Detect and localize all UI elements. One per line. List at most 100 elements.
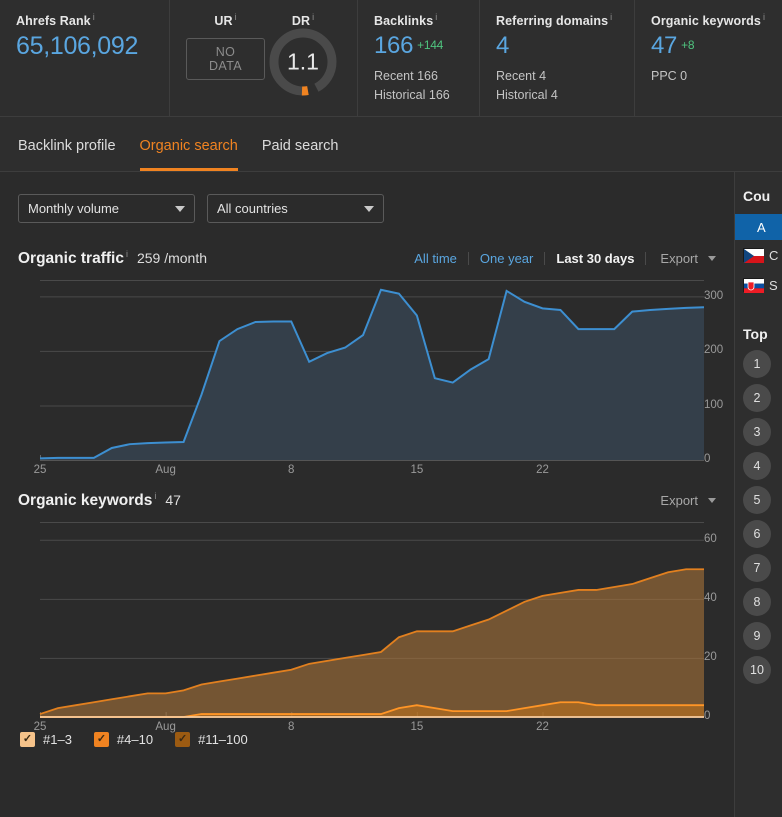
rank-item[interactable]: 9	[743, 622, 771, 650]
x-axis-label: 15	[410, 721, 423, 733]
legend-label-1-3: #1–3	[43, 732, 72, 747]
info-icon[interactable]: i	[235, 12, 237, 22]
rank-item[interactable]: 6	[743, 520, 771, 548]
range-all-time[interactable]: All time	[403, 252, 469, 265]
chevron-down-icon	[708, 498, 716, 503]
rank-item[interactable]: 3	[743, 418, 771, 446]
country-row-cz[interactable]: C	[735, 240, 782, 270]
metric-referring-domains: Referring domainsi 4 Recent 4 Historical…	[480, 0, 635, 116]
referring-domains-sub: Recent 4 Historical 4	[496, 67, 618, 105]
country-row-selected[interactable]: A	[735, 214, 782, 240]
organic-keywords-sub: PPC 0	[651, 67, 766, 86]
checkbox-1-3[interactable]: ✓	[20, 732, 35, 747]
country-label-cz: C	[769, 248, 778, 263]
flag-sk-icon	[743, 278, 763, 292]
organic-traffic-value: 259 /month	[137, 250, 207, 266]
main-content: Monthly volume All countries Organic tra…	[0, 172, 734, 817]
countries-panel-title: Cou	[735, 172, 782, 204]
backlinks-historical: Historical 166	[374, 86, 463, 105]
info-icon[interactable]: i	[154, 491, 156, 501]
rank-list: 1 2 3 4 5 6 7 8 9 10	[735, 342, 782, 684]
rank-item[interactable]: 4	[743, 452, 771, 480]
organic-keywords-count: 47	[165, 492, 181, 508]
rank-item[interactable]: 7	[743, 554, 771, 582]
rank-item[interactable]: 10	[743, 656, 771, 684]
rank-item[interactable]: 5	[743, 486, 771, 514]
checkbox-4-10[interactable]: ✓	[94, 732, 109, 747]
ahrefs-rank-value: 65,106,092	[16, 34, 153, 59]
metric-backlinks: Backlinksi 166+144 Recent 166 Historical…	[358, 0, 480, 116]
organic-keywords-chart: 020406025Aug81522	[18, 522, 720, 718]
ur-no-data-badge: NO DATA	[186, 38, 265, 80]
referring-domains-recent: Recent 4	[496, 67, 618, 86]
country-select-value: All countries	[217, 201, 288, 216]
backlinks-value: 166+144	[374, 34, 463, 58]
y-axis-label: 0	[704, 710, 710, 722]
rank-item[interactable]: 2	[743, 384, 771, 412]
volume-select[interactable]: Monthly volume	[18, 194, 195, 223]
country-label-sk: S	[769, 278, 778, 293]
metric-dr: DRi 1.1	[265, 12, 341, 100]
tab-paid-search[interactable]: Paid search	[262, 138, 339, 171]
dr-value: 1.1	[265, 49, 341, 76]
y-axis-label: 60	[704, 533, 717, 545]
tab-organic-search[interactable]: Organic search	[140, 138, 238, 171]
organic-keywords-header: Organic keywordsi 47 Export	[14, 461, 720, 510]
keywords-export-button[interactable]: Export	[660, 493, 716, 508]
metric-ur-dr: URi NO DATA DRi 1.1	[170, 0, 358, 116]
volume-select-value: Monthly volume	[28, 201, 119, 216]
organic-traffic-controls: All time One year Last 30 days Export	[403, 251, 716, 266]
main-tabs: Backlink profile Organic search Paid sea…	[0, 117, 782, 172]
ahrefs-site-explorer: Ahrefs Ranki 65,106,092 URi NO DATA DRi …	[0, 0, 782, 817]
chevron-down-icon	[364, 206, 374, 212]
referring-domains-value: 4	[496, 34, 618, 58]
x-axis-label: 8	[288, 721, 294, 733]
chevron-down-icon	[708, 256, 716, 261]
backlinks-delta: +144	[417, 38, 443, 52]
info-icon[interactable]: i	[126, 249, 128, 259]
rank-item[interactable]: 1	[743, 350, 771, 378]
country-select[interactable]: All countries	[207, 194, 384, 223]
info-icon[interactable]: i	[763, 12, 765, 22]
rank-item[interactable]: 8	[743, 588, 771, 616]
organic-traffic-header: Organic traffici 259 /month All time One…	[14, 223, 720, 268]
legend-label-11-100: #11–100	[198, 732, 248, 747]
range-last-30-days[interactable]: Last 30 days	[545, 252, 646, 265]
organic-keywords-value: 47+8	[651, 34, 766, 58]
tab-backlink-profile[interactable]: Backlink profile	[18, 138, 116, 171]
y-axis-label: 20	[704, 651, 717, 663]
backlinks-sub: Recent 166 Historical 166	[374, 67, 463, 105]
info-icon[interactable]: i	[312, 12, 314, 22]
right-sidebar: Cou A C	[734, 172, 782, 817]
backlinks-label: Backlinksi	[374, 12, 463, 28]
y-axis-label: 200	[704, 344, 723, 356]
metrics-header: Ahrefs Ranki 65,106,092 URi NO DATA DRi …	[0, 0, 782, 117]
info-icon[interactable]: i	[435, 12, 437, 22]
flag-cz-icon	[743, 248, 763, 262]
referring-domains-historical: Historical 4	[496, 86, 618, 105]
y-axis-label: 40	[704, 592, 717, 604]
ppc-value: PPC 0	[651, 67, 766, 86]
backlinks-recent: Recent 166	[374, 67, 463, 86]
country-row-sk[interactable]: S	[735, 270, 782, 300]
info-icon[interactable]: i	[610, 12, 612, 22]
referring-domains-label: Referring domainsi	[496, 12, 618, 28]
organic-traffic-chart: 010020030025Aug81522	[18, 280, 720, 461]
legend-item-4-10[interactable]: ✓ #4–10	[94, 732, 153, 747]
x-axis-label: 25	[34, 721, 47, 733]
keywords-legend: ✓ #1–3 ✓ #4–10 ✓ #11–100	[14, 718, 720, 747]
traffic-export-button[interactable]: Export	[660, 251, 716, 266]
range-one-year[interactable]: One year	[469, 252, 545, 265]
top-panel-title: Top	[735, 300, 782, 342]
organic-keywords-label: Organic keywordsi	[651, 12, 766, 28]
info-icon[interactable]: i	[93, 12, 95, 22]
organic-keywords-title: Organic keywordsi	[18, 491, 156, 510]
dr-gauge: 1.1	[265, 24, 341, 100]
organic-keywords-delta: +8	[681, 38, 694, 52]
x-axis-label: Aug	[155, 721, 175, 733]
legend-item-1-3[interactable]: ✓ #1–3	[20, 732, 72, 747]
ur-label: URi	[186, 12, 265, 28]
legend-item-11-100[interactable]: ✓ #11–100	[175, 732, 248, 747]
organic-traffic-title: Organic traffici	[18, 249, 128, 268]
checkbox-11-100[interactable]: ✓	[175, 732, 190, 747]
